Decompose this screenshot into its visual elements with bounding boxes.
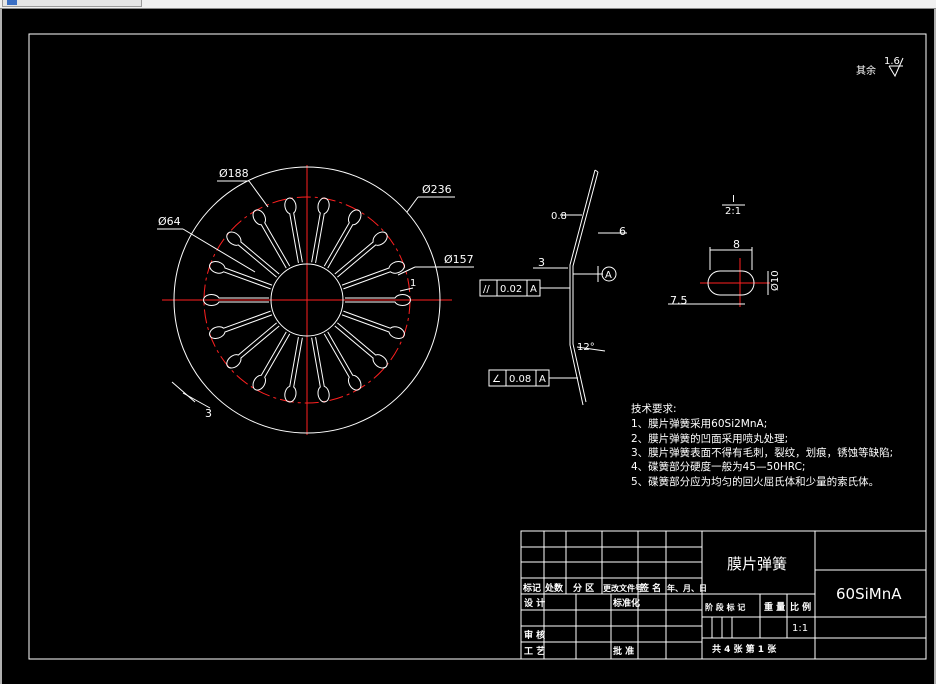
dim-thickness: 0.8 xyxy=(551,211,567,222)
tb-approve: 批 准 xyxy=(613,645,634,657)
dim-1: 1 xyxy=(410,278,416,289)
angle-value: 0.08 xyxy=(509,374,531,385)
dim-angle-12: 12° xyxy=(577,342,595,353)
slot xyxy=(341,261,405,290)
angle-datum: A xyxy=(539,374,546,385)
dim-detail-75: 7.5 xyxy=(670,294,688,307)
note-item: 3、膜片弹簧表面不得有毛刺，裂纹，划痕，锈蚀等缺陷; xyxy=(631,446,893,459)
surface-finish-note: 其余 1.6 xyxy=(856,56,904,78)
note-item: 4、碟簧部分硬度一般为45—50HRC; xyxy=(631,460,805,473)
front-view xyxy=(162,165,452,435)
slot xyxy=(311,197,330,264)
slot xyxy=(341,310,405,339)
datum-a-label: A xyxy=(605,270,612,281)
tb-h-date: 年、月、日 xyxy=(667,583,707,593)
surface-value: 1.6 xyxy=(884,56,900,67)
note-item: 5、碟簧部分应为均匀的回火屈氏体和少量的索氏体。 xyxy=(631,475,879,488)
drawing-border xyxy=(28,33,927,660)
dim-sec-3: 3 xyxy=(538,256,545,269)
tb-h-docno: 更改文件号 xyxy=(603,583,643,593)
technical-notes: 技术要求: 1、膜片弹簧采用60Si2MnA; 2、膜片弹簧的凹面采用喷丸处理;… xyxy=(631,402,893,488)
tb-process: 工 艺 xyxy=(524,645,545,657)
dim-d236: Ø236 xyxy=(422,183,452,196)
tb-review: 审 核 xyxy=(524,629,545,641)
angle-symbol: ∠ xyxy=(492,374,501,385)
notes-heading: 技术要求: xyxy=(631,402,677,415)
slot xyxy=(311,336,330,403)
part-name: 膜片弹簧 xyxy=(727,555,787,573)
dim-d157: Ø157 xyxy=(444,253,474,266)
slot xyxy=(284,197,303,264)
dim-sec-6: 6 xyxy=(619,225,626,238)
dim-detail-8: 8 xyxy=(733,238,740,251)
tb-h-count: 处数 xyxy=(544,582,564,594)
tb-scale-header: 比 例 xyxy=(790,601,811,613)
detail-label-bottom: 2:1 xyxy=(725,206,741,217)
surface-label: 其余 xyxy=(856,64,876,77)
section-view: 0.8 6 3 A 12° // 0.02 A ∠ 0.08 A xyxy=(479,169,627,406)
note-item: 2、膜片弹簧的凹面采用喷丸处理; xyxy=(631,432,788,445)
tb-scale: 1:1 xyxy=(792,623,808,634)
parallel-datum: A xyxy=(530,284,537,295)
tb-h-sign: 签 名 xyxy=(639,582,661,594)
slot xyxy=(209,310,273,339)
tb-design: 设 计 xyxy=(524,597,545,609)
tb-sheets: 共 4 张 第 1 张 xyxy=(712,643,777,655)
parallel-value: 0.02 xyxy=(500,284,522,295)
slot xyxy=(209,261,273,290)
note-item: 1、膜片弹簧采用60Si2MnA; xyxy=(631,417,767,430)
tb-h-zone: 分 区 xyxy=(573,582,594,594)
parallel-symbol: // xyxy=(483,284,490,295)
tb-stage: 阶 段 标 记 xyxy=(705,602,745,612)
tb-h-mark: 标记 xyxy=(522,582,541,594)
cad-drawing: Ø188 Ø236 Ø64 Ø157 1 3 0.8 6 3 A 12° // … xyxy=(28,33,927,660)
title-block: 膜片弹簧 60SiMnA 标记 处数 分 区 更改文件号 签 名 年、月、日 设… xyxy=(520,530,927,660)
detail-view: I 2:1 8 Ø10 7.5 xyxy=(668,194,781,307)
dim-3: 3 xyxy=(205,407,212,420)
dim-detail-d10: Ø10 xyxy=(769,270,781,291)
detail-label-top: I xyxy=(732,194,735,205)
dim-d188: Ø188 xyxy=(219,167,249,180)
slot xyxy=(284,336,303,403)
material: 60SiMnA xyxy=(836,585,902,603)
tb-weight: 重 量 xyxy=(764,601,785,613)
dim-d64: Ø64 xyxy=(158,215,181,228)
tb-standard: 标准化 xyxy=(612,597,640,609)
